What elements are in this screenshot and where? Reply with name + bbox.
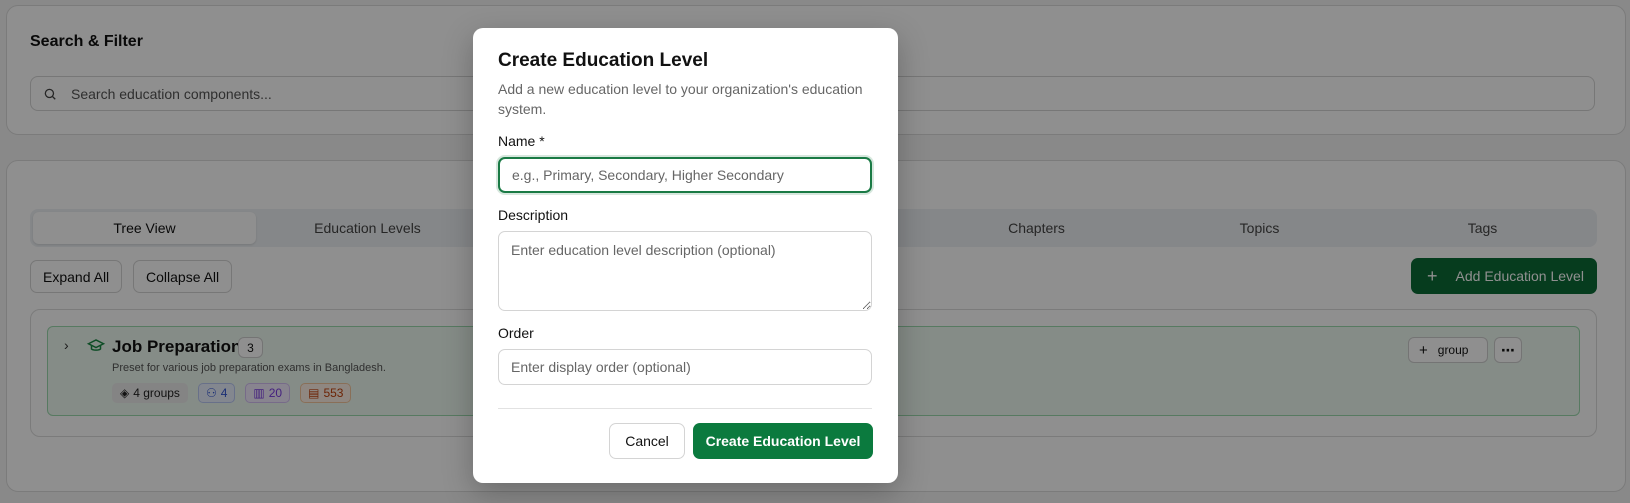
order-label: Order (498, 325, 534, 341)
dialog-divider (498, 408, 872, 409)
name-input[interactable] (498, 157, 872, 193)
order-input[interactable] (498, 349, 872, 385)
name-label: Name * (498, 133, 545, 149)
dialog-title: Create Education Level (498, 50, 709, 71)
description-textarea[interactable] (498, 231, 872, 311)
create-education-level-dialog: Create Education Level Add a new educati… (473, 28, 898, 483)
description-label: Description (498, 207, 569, 223)
cancel-button[interactable]: Cancel (609, 423, 685, 459)
dialog-description: Add a new education level to your organi… (498, 81, 863, 117)
create-education-level-button[interactable]: Create Education Level (693, 423, 873, 459)
